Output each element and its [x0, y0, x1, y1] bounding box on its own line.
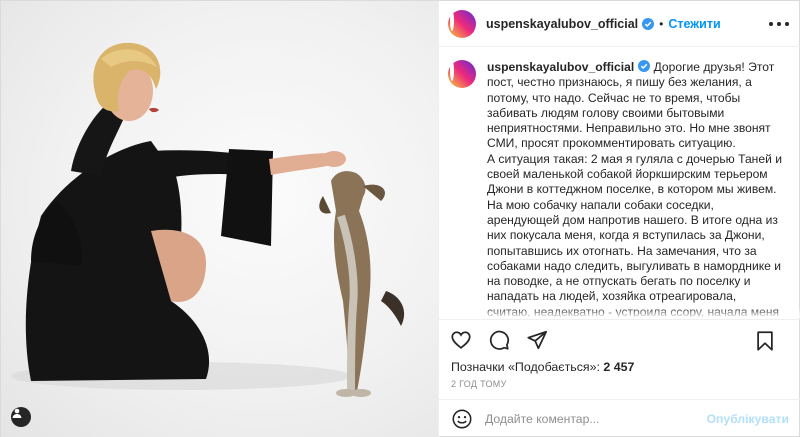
user-tag-button[interactable] [11, 407, 31, 427]
follow-button[interactable]: Стежити [668, 17, 720, 31]
user-tag-icon [12, 408, 22, 418]
paper-plane-icon [527, 330, 548, 349]
post-actions [439, 319, 800, 359]
more-options-icon[interactable] [769, 15, 789, 33]
likes-label: Позначки «Подобається»: [451, 360, 604, 374]
post-side-panel: uspenskayalubov_official • Стежити uspen… [438, 1, 800, 437]
like-button[interactable] [449, 328, 473, 352]
post-header: uspenskayalubov_official • Стежити [439, 1, 800, 47]
author-username[interactable]: uspenskayalubov_official [486, 17, 638, 31]
save-button[interactable] [753, 329, 777, 353]
caption-avatar[interactable] [448, 60, 476, 88]
comment-bubble-icon [489, 330, 510, 350]
likes-count[interactable]: Позначки «Подобається»: 2 457 [451, 360, 634, 374]
caption-scroll-area[interactable]: uspenskayalubov_official Дорогие друзья!… [439, 48, 800, 318]
comment-input[interactable] [485, 412, 713, 426]
bookmark-icon [757, 331, 773, 351]
heart-icon [451, 330, 471, 349]
post-timestamp[interactable]: 2 ГОД ТОМУ [451, 379, 507, 389]
emoji-smile-icon[interactable] [451, 408, 473, 430]
caption-row: uspenskayalubov_official Дорогие друзья!… [448, 60, 789, 318]
verified-badge-icon [638, 60, 651, 72]
caption-paragraph-1: uspenskayalubov_official Дорогие друзья!… [487, 60, 783, 152]
share-button[interactable] [525, 328, 549, 352]
likes-number: 2 457 [603, 360, 635, 374]
caption-fade [439, 308, 800, 318]
comment-button[interactable] [487, 328, 511, 352]
separator-dot: • [659, 16, 664, 31]
caption-text: uspenskayalubov_official Дорогие друзья!… [487, 60, 783, 318]
comment-bar: Опублікувати [439, 399, 800, 437]
post-modal: uspenskayalubov_official • Стежити uspen… [0, 0, 800, 437]
caption-paragraph-2: А ситуация такая: 2 мая я гуляла с дочер… [487, 151, 782, 318]
verified-badge-icon [642, 17, 655, 30]
photo-illustration [11, 42, 405, 397]
caption-username[interactable]: uspenskayalubov_official [487, 60, 634, 74]
post-photo[interactable] [1, 1, 438, 437]
avatar[interactable] [448, 9, 476, 38]
publish-button[interactable]: Опублікувати [707, 412, 789, 426]
